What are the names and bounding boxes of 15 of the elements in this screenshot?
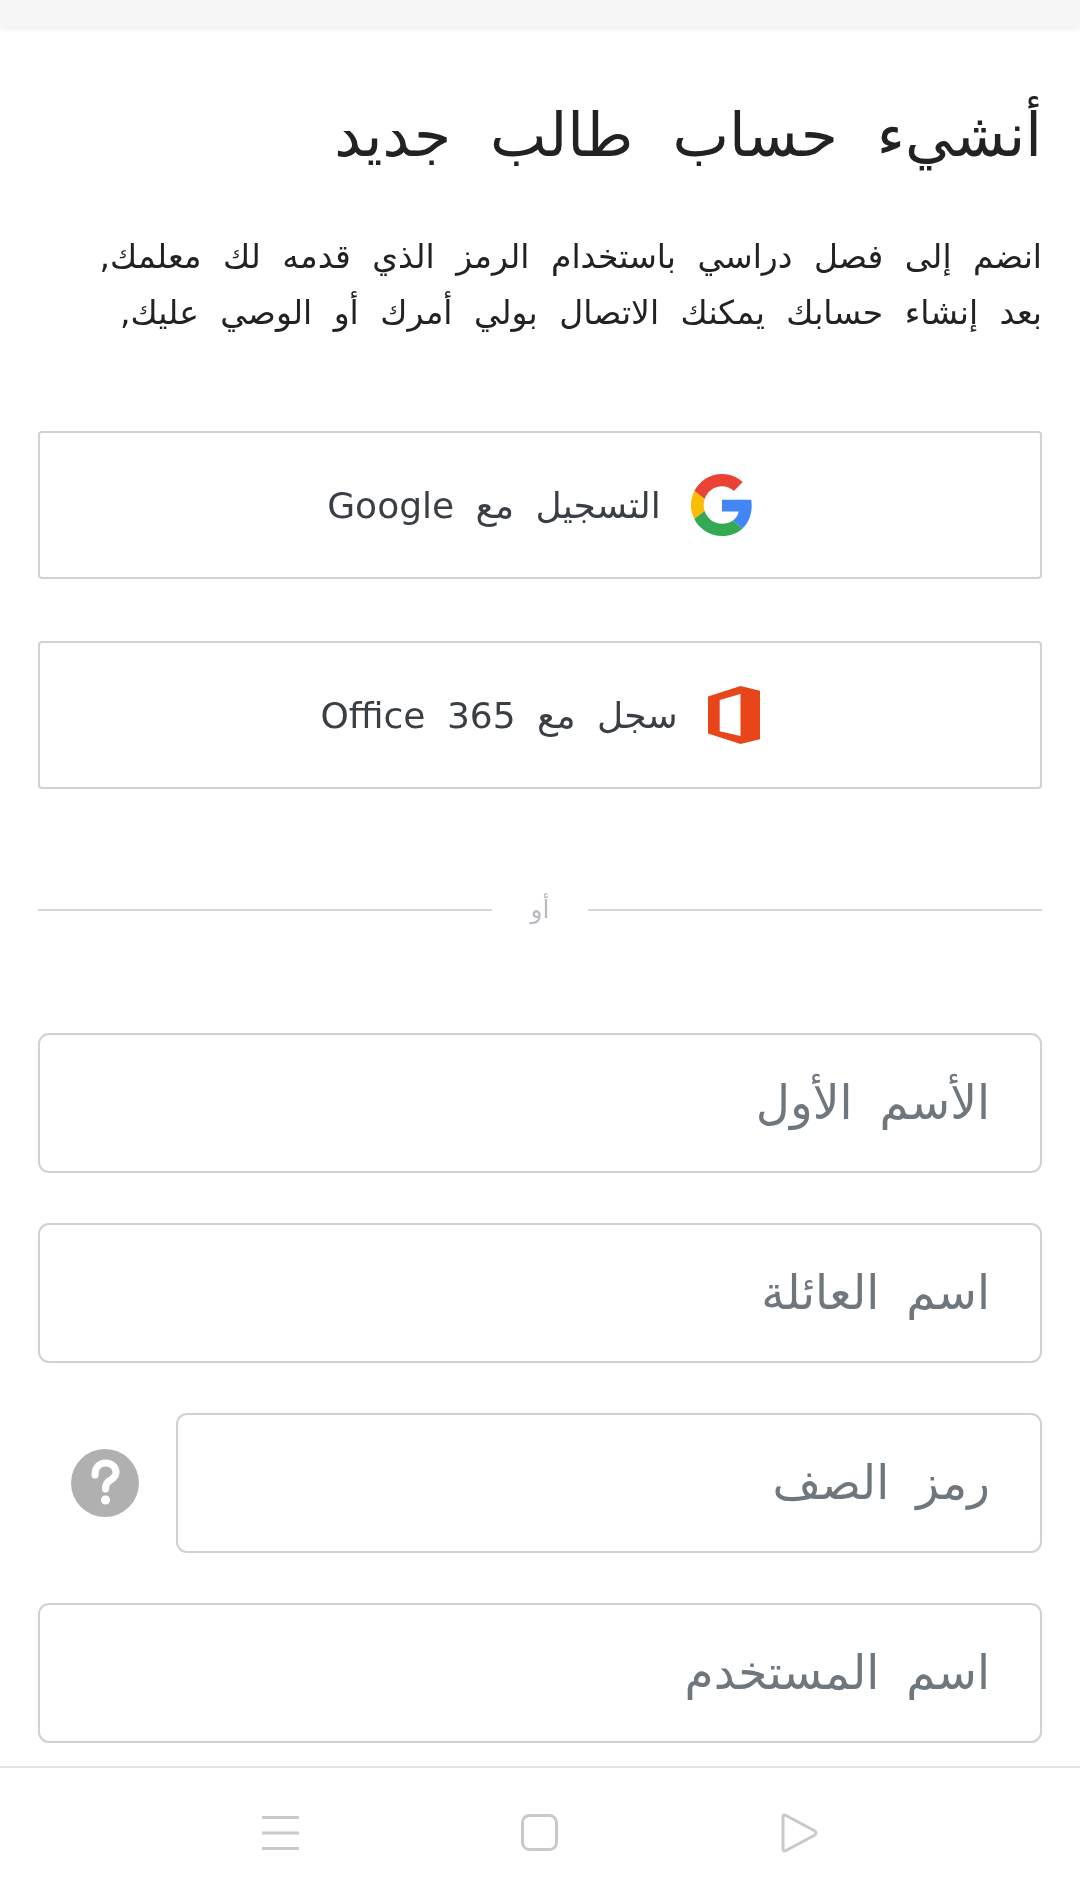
text-input-field[interactable]: اسم العائلة bbox=[38, 1223, 1042, 1363]
or-label: أو bbox=[528, 892, 551, 927]
google-sign-in-button[interactable]: التسجيل مع Google bbox=[38, 431, 1042, 579]
text-input-field[interactable]: اسم المستخدم bbox=[38, 1603, 1042, 1743]
text-input-field[interactable]: الأسم الأول bbox=[38, 1033, 1042, 1173]
google-g-icon bbox=[690, 474, 753, 536]
triangle-icon[interactable] bbox=[780, 1812, 818, 1853]
intro-text: انضم إلى فصل دراسي باستخدام الرمز الذي قدمه لك معلمك, بعد إنشاء حسابك يمكنك الاتصال بولي أمرك أو الوصي عليك, bbox=[98, 236, 1042, 334]
office-sign-in-button[interactable]: سجل مع Office 365 bbox=[38, 641, 1042, 789]
menu-icon[interactable] bbox=[262, 1815, 299, 1850]
help-icon[interactable] bbox=[71, 1449, 139, 1517]
square-icon[interactable] bbox=[521, 1814, 558, 1851]
office-door-icon bbox=[707, 686, 760, 744]
page-title: أنشيء حساب طالب جديد bbox=[38, 95, 1042, 176]
text-input-field[interactable]: رمز الصف bbox=[176, 1413, 1042, 1553]
